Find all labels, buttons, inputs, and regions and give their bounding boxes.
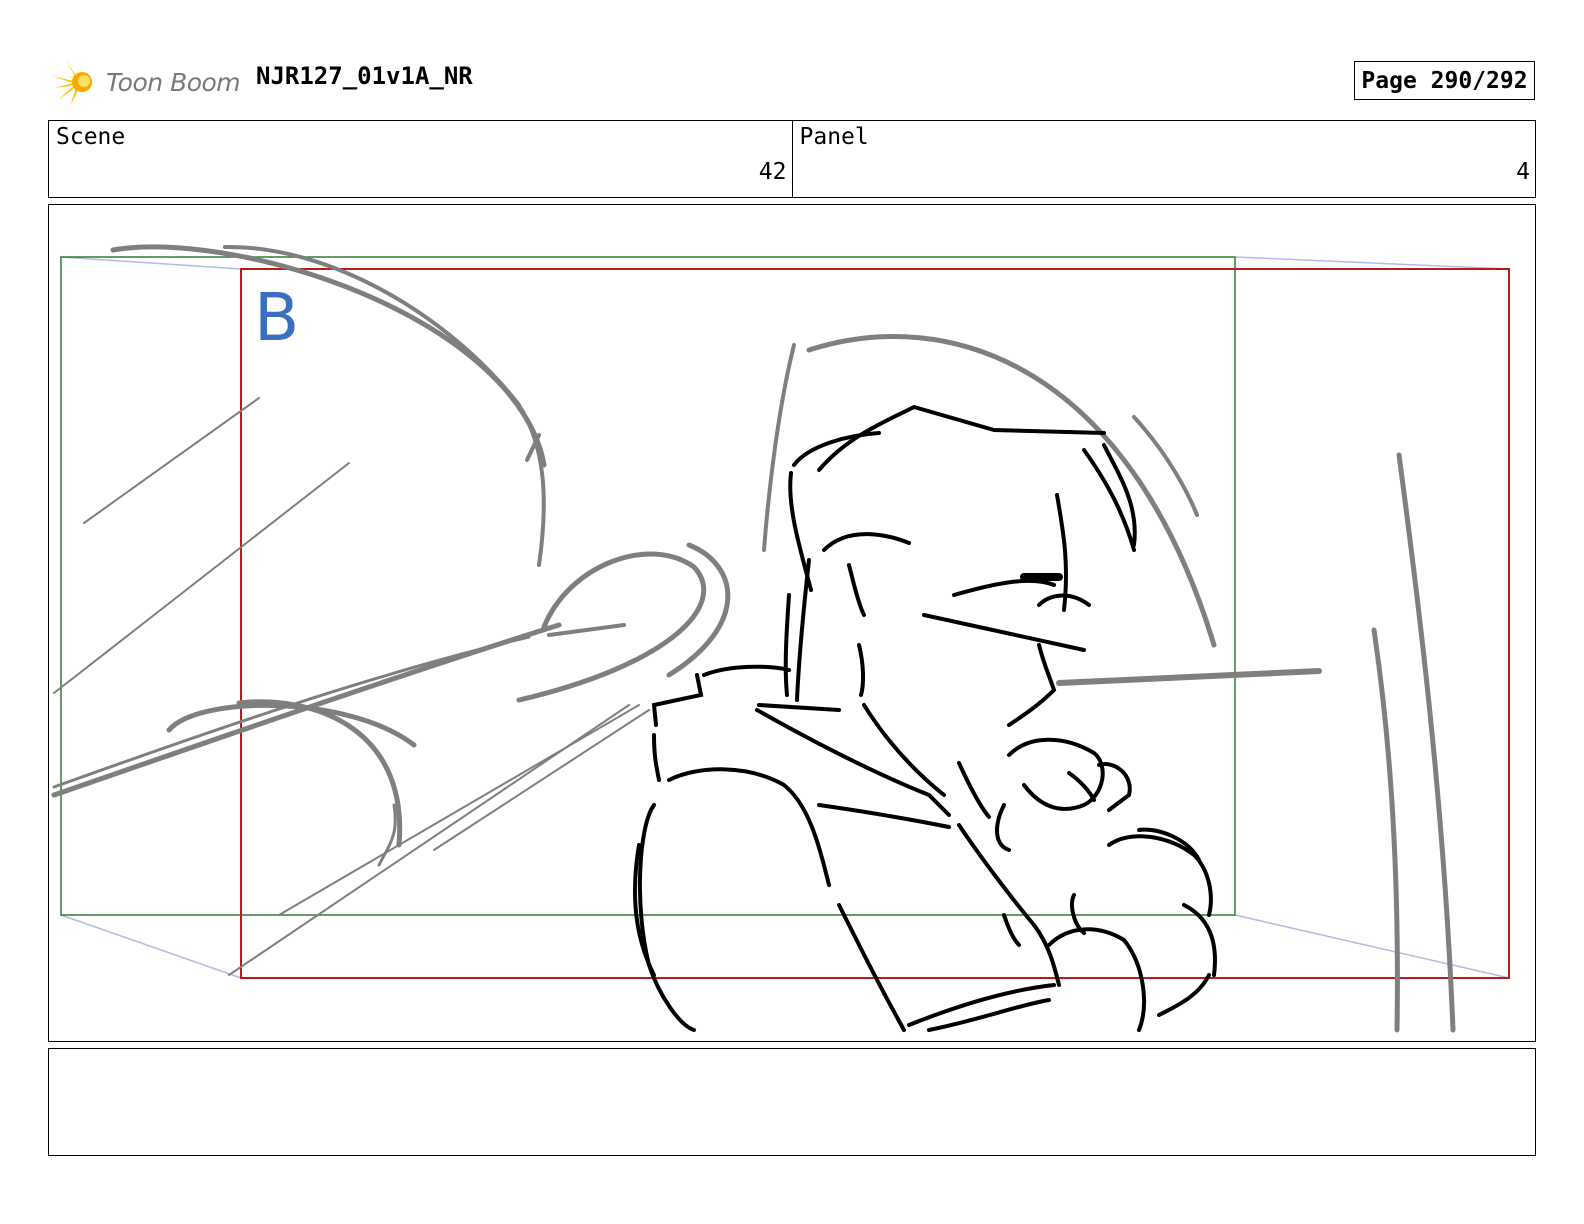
scene-cell: Scene 42	[49, 121, 792, 197]
toon-boom-logo: Toon Boom	[52, 56, 242, 108]
overlay-letter: B	[254, 279, 300, 356]
storyboard-panel: B	[48, 204, 1536, 1042]
scene-panel-info: Scene 42 Panel 4	[48, 120, 1536, 198]
document-title: NJR127_01v1A_NR	[256, 62, 473, 90]
logo-text: Toon Boom	[106, 67, 241, 97]
starburst-icon	[52, 60, 92, 106]
page-indicator: Page 290/292	[1354, 61, 1535, 100]
scene-number: 42	[758, 159, 787, 185]
panel-cell: Panel 4	[791, 121, 1536, 197]
scene-label: Scene	[56, 124, 126, 150]
camera-frame-red	[240, 268, 1510, 979]
notes-area	[48, 1048, 1536, 1156]
panel-number: 4	[1516, 159, 1530, 185]
panel-label: Panel	[799, 124, 869, 150]
